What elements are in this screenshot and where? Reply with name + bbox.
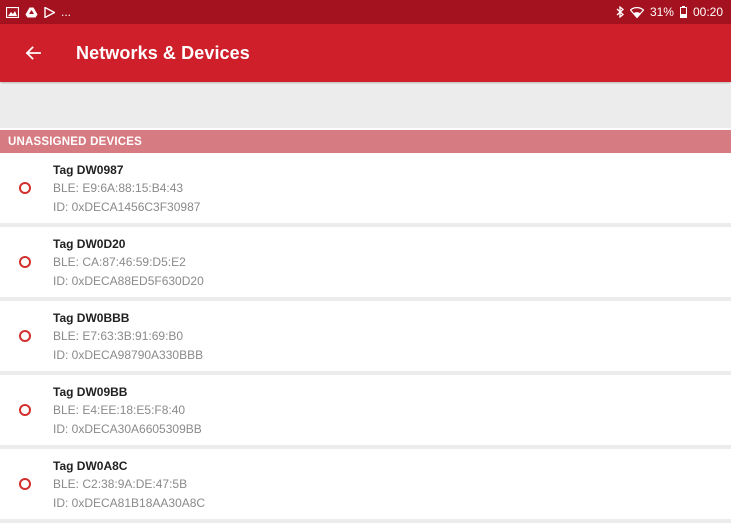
- back-button[interactable]: [20, 40, 46, 66]
- clock: 00:20: [692, 5, 723, 19]
- more-notifications-ellipsis: ...: [61, 5, 72, 19]
- device-list-item[interactable]: Tag DW09BB BLE: E4:EE:18:E5:F8:40 ID: 0x…: [0, 375, 731, 449]
- status-dot-icon: [19, 404, 31, 416]
- toolbar-spacer: [0, 84, 731, 128]
- device-list-item[interactable]: Tag DW0A8C BLE: C2:38:9A:DE:47:5B ID: 0x…: [0, 449, 731, 523]
- status-bar-notifications: ...: [6, 5, 71, 19]
- battery-percentage: 31%: [649, 5, 674, 19]
- device-ble-address: BLE: E9:6A:88:15:B4:43: [53, 181, 184, 195]
- status-dot-icon: [19, 256, 31, 268]
- device-name: Tag DW0BBB: [53, 311, 130, 325]
- device-list: Tag DW0987 BLE: E9:6A:88:15:B4:43 ID: 0x…: [0, 153, 731, 523]
- device-id: ID: 0xDECA88ED5F630D20: [53, 274, 204, 288]
- status-bar: ... 31% 00:20: [0, 0, 731, 24]
- device-id: ID: 0xDECA98790A330BBB: [53, 348, 204, 362]
- device-ble-address: BLE: E7:63:3B:91:69:B0: [53, 329, 184, 343]
- status-dot-icon: [19, 478, 31, 490]
- battery-icon: [679, 6, 687, 18]
- device-ble-address: BLE: C2:38:9A:DE:47:5B: [53, 477, 188, 491]
- gallery-icon: [6, 6, 19, 18]
- device-list-item[interactable]: Tag DW0D20 BLE: CA:87:46:59:D5:E2 ID: 0x…: [0, 227, 731, 301]
- section-header-unassigned-devices: UNASSIGNED DEVICES: [0, 130, 731, 153]
- status-bar-system: 31% 00:20: [616, 5, 723, 19]
- status-dot-icon: [19, 182, 31, 194]
- device-name: Tag DW0D20: [53, 237, 126, 251]
- device-list-item[interactable]: Tag DW0BBB BLE: E7:63:3B:91:69:B0 ID: 0x…: [0, 301, 731, 375]
- device-list-item[interactable]: Tag DW0987 BLE: E9:6A:88:15:B4:43 ID: 0x…: [0, 153, 731, 227]
- arrow-back-icon: [25, 46, 41, 60]
- device-id: ID: 0xDECA81B18AA30A8C: [53, 496, 206, 510]
- play-store-icon: [44, 6, 55, 18]
- app-bar: Networks & Devices: [0, 24, 731, 82]
- device-name: Tag DW0987: [53, 163, 124, 177]
- bluetooth-icon: [616, 6, 624, 18]
- status-dot-icon: [19, 330, 31, 342]
- device-ble-address: BLE: CA:87:46:59:D5:E2: [53, 255, 186, 269]
- device-name: Tag DW09BB: [53, 385, 128, 399]
- drive-icon: [25, 7, 38, 18]
- device-id: ID: 0xDECA1456C3F30987: [53, 200, 201, 214]
- page-title: Networks & Devices: [76, 42, 250, 63]
- device-name: Tag DW0A8C: [53, 459, 128, 473]
- wifi-icon: [629, 6, 644, 18]
- device-id: ID: 0xDECA30A6605309BB: [53, 422, 202, 436]
- device-ble-address: BLE: E4:EE:18:E5:F8:40: [53, 403, 186, 417]
